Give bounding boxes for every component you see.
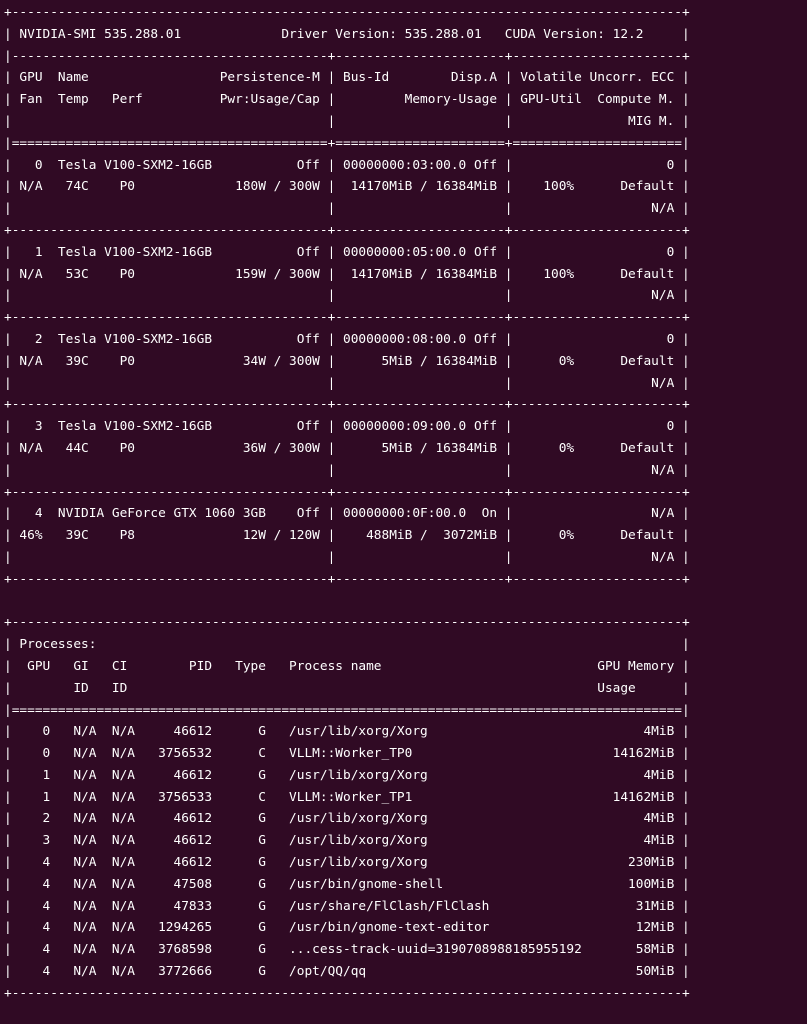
gpu-3-row-1: | 3 Tesla V100-SXM2-16GB Off | 00000000:… [4, 419, 690, 435]
gpu-table-header-row-3: | | | MIG M. | [4, 113, 690, 129]
gpu-2-row-2: | N/A 39C P0 34W / 300W | 5MiB / 16384Mi… [4, 353, 690, 369]
gpu-table-header-row-2: | Fan Temp Perf Pwr:Usage/Cap | Memory-U… [4, 92, 690, 108]
terminal-line: |=======================================… [4, 135, 690, 151]
processes-header-row-2: | ID ID Usage | [4, 680, 690, 696]
process-row: | 4 N/A N/A 46612 G /usr/lib/xorg/Xorg 2… [4, 855, 690, 871]
gpu-table-header-row-1: | GPU Name Persistence-M | Bus-Id Disp.A… [4, 70, 690, 86]
process-row: | 4 N/A N/A 47833 G /usr/share/FlClash/F… [4, 898, 690, 914]
gpu-4-row-1: | 4 NVIDIA GeForce GTX 1060 3GB Off | 00… [4, 506, 690, 522]
terminal-line: +---------------------------------------… [4, 222, 690, 238]
terminal-line: +---------------------------------------… [4, 484, 690, 500]
gpu-2-row-1: | 2 Tesla V100-SXM2-16GB Off | 00000000:… [4, 331, 690, 347]
processes-title: | Processes: | [4, 637, 690, 653]
process-row: | 4 N/A N/A 47508 G /usr/bin/gnome-shell… [4, 876, 690, 892]
gpu-0-row-1: | 0 Tesla V100-SXM2-16GB Off | 00000000:… [4, 157, 690, 173]
process-row: | 1 N/A N/A 46612 G /usr/lib/xorg/Xorg 4… [4, 767, 690, 783]
process-row: | 3 N/A N/A 46612 G /usr/lib/xorg/Xorg 4… [4, 833, 690, 849]
process-row: | 0 N/A N/A 46612 G /usr/lib/xorg/Xorg 4… [4, 724, 690, 740]
gpu-1-row-3: | | | N/A | [4, 288, 690, 304]
terminal-line: +---------------------------------------… [4, 615, 690, 631]
terminal-line: +---------------------------------------… [4, 397, 690, 413]
terminal-line: +---------------------------------------… [4, 985, 690, 1001]
smi-header-versions: | NVIDIA-SMI 535.288.01 Driver Version: … [4, 26, 690, 42]
processes-header-row-1: | GPU GI CI PID Type Process name GPU Me… [4, 658, 690, 674]
terminal-line: +---------------------------------------… [4, 310, 690, 326]
terminal-output: +---------------------------------------… [4, 2, 807, 1005]
terminal-line: |=======================================… [4, 702, 690, 718]
process-row: | 4 N/A N/A 3772666 G /opt/QQ/qq 50MiB | [4, 964, 690, 980]
gpu-1-row-2: | N/A 53C P0 159W / 300W | 14170MiB / 16… [4, 266, 690, 282]
terminal-line: +---------------------------------------… [4, 571, 690, 587]
process-row: | 4 N/A N/A 3768598 G ...cess-track-uuid… [4, 942, 690, 958]
gpu-3-row-3: | | | N/A | [4, 462, 690, 478]
gpu-2-row-3: | | | N/A | [4, 375, 690, 391]
gpu-1-row-1: | 1 Tesla V100-SXM2-16GB Off | 00000000:… [4, 244, 690, 260]
gpu-4-row-3: | | | N/A | [4, 549, 690, 565]
gpu-0-row-2: | N/A 74C P0 180W / 300W | 14170MiB / 16… [4, 179, 690, 195]
process-row: | 0 N/A N/A 3756532 C VLLM::Worker_TP0 1… [4, 746, 690, 762]
process-row: | 2 N/A N/A 46612 G /usr/lib/xorg/Xorg 4… [4, 811, 690, 827]
terminal-line: +---------------------------------------… [4, 5, 690, 20]
terminal-window[interactable]: +---------------------------------------… [0, 0, 807, 1024]
gpu-0-row-3: | | | N/A | [4, 201, 690, 217]
terminal-line: |---------------------------------------… [4, 48, 690, 64]
gpu-4-row-2: | 46% 39C P8 12W / 120W | 488MiB / 3072M… [4, 528, 690, 544]
process-row: | 4 N/A N/A 1294265 G /usr/bin/gnome-tex… [4, 920, 690, 936]
gpu-3-row-2: | N/A 44C P0 36W / 300W | 5MiB / 16384Mi… [4, 440, 690, 456]
process-row: | 1 N/A N/A 3756533 C VLLM::Worker_TP1 1… [4, 789, 690, 805]
